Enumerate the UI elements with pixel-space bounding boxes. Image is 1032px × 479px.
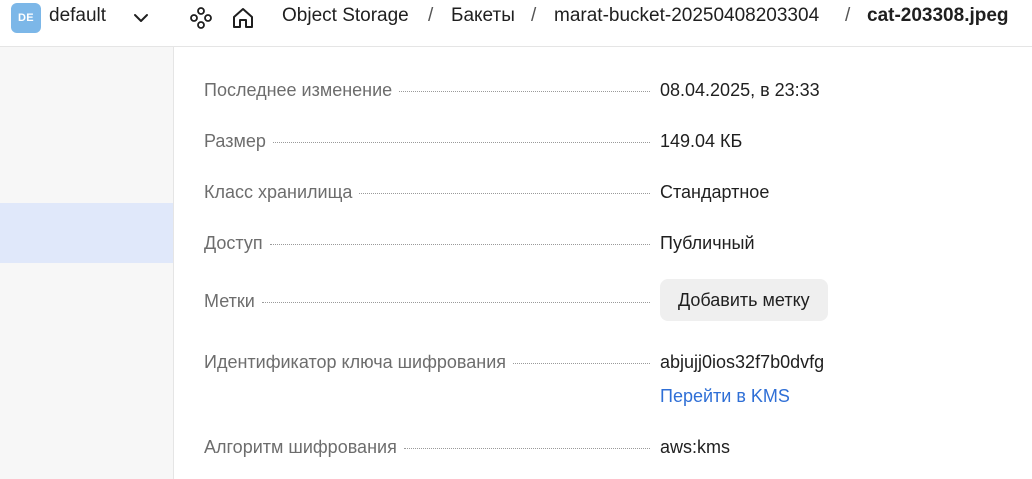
dotted-leader (359, 192, 650, 194)
dotted-leader (261, 301, 650, 303)
dotted-leader (272, 141, 650, 143)
detail-label: Доступ (204, 233, 263, 253)
breadcrumb-separator: / (845, 5, 851, 26)
dotted-leader (399, 90, 650, 92)
detail-label: Идентификатор ключа шифрования (204, 352, 507, 372)
services-icon[interactable] (189, 6, 213, 30)
detail-value: 149.04 КБ (660, 131, 743, 151)
go-to-kms-link[interactable]: Перейти в KMS (660, 386, 790, 407)
chevron-down-icon[interactable] (131, 8, 151, 28)
detail-value: 08.04.2025, в 23:33 (660, 80, 820, 100)
top-bar: DE default Object Storage / Бакеты / mar… (0, 0, 1032, 47)
detail-label: Метки (204, 291, 255, 311)
dotted-leader (403, 447, 650, 449)
sidebar (0, 47, 174, 479)
breadcrumb-separator: / (428, 5, 434, 26)
add-tag-button[interactable]: Добавить метку (660, 279, 828, 321)
dotted-leader (269, 243, 650, 245)
detail-label: Алгоритм шифрования (204, 437, 397, 457)
dotted-leader (513, 362, 650, 364)
detail-label: Последнее изменение (204, 80, 393, 100)
folder-name[interactable]: default (49, 5, 106, 27)
breadcrumb-object: cat-203308.jpeg (867, 5, 1009, 26)
detail-value: abjujj0ios32f7b0dvfg (660, 352, 825, 372)
detail-label: Размер (204, 131, 266, 151)
folder-avatar[interactable]: DE (11, 3, 41, 33)
home-icon[interactable] (231, 6, 255, 30)
breadcrumb-separator: / (531, 5, 537, 26)
detail-value: Публичный (660, 233, 755, 253)
sidebar-item-active[interactable] (0, 203, 173, 263)
detail-label: Класс хранилища (204, 182, 353, 202)
detail-value: Стандартное (660, 182, 770, 202)
breadcrumb-bucket[interactable]: marat-bucket-20250408203304 (554, 5, 819, 27)
breadcrumb-object-storage[interactable]: Object Storage (282, 5, 409, 27)
detail-value: aws:kms (660, 437, 731, 457)
breadcrumb-buckets[interactable]: Бакеты (451, 5, 515, 27)
